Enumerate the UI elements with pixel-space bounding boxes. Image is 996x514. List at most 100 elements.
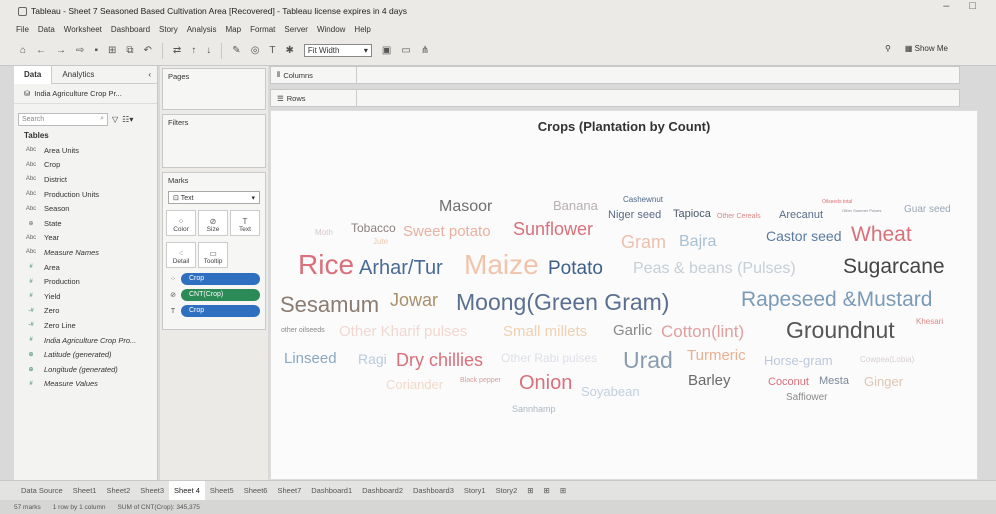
field-item[interactable]: # Production xyxy=(14,274,157,289)
word-cloud-label[interactable]: Moong(Green Gram) xyxy=(456,291,669,314)
field-item[interactable]: -# Zero Line xyxy=(14,318,157,333)
word-cloud-label[interactable]: Jute xyxy=(373,238,388,246)
filter-fields-icon[interactable]: ▽ xyxy=(112,115,118,124)
presentation-icon[interactable]: ▣ xyxy=(382,45,391,56)
word-cloud-label[interactable]: Rice xyxy=(298,251,354,279)
menu-item-story[interactable]: Story xyxy=(159,25,178,34)
word-cloud-label[interactable]: Other Rabi pulses xyxy=(501,352,597,364)
pages-card[interactable]: Pages xyxy=(162,68,266,110)
word-cloud-label[interactable]: Onion xyxy=(519,373,572,393)
sheet-tab-sheet7[interactable]: Sheet7 xyxy=(272,486,306,495)
save-icon[interactable]: ▪ xyxy=(94,45,98,56)
word-cloud-label[interactable]: Turmeric xyxy=(687,348,746,363)
sheet-tab-dashboard2[interactable]: Dashboard2 xyxy=(357,486,408,495)
word-cloud-label[interactable]: Tobacco xyxy=(351,222,396,234)
word-cloud-label[interactable]: Castor seed xyxy=(766,229,841,243)
word-cloud-label[interactable]: Banana xyxy=(553,199,598,212)
view-options-icon[interactable]: ☷▾ xyxy=(122,115,133,124)
field-pill[interactable]: Crop xyxy=(181,305,260,317)
word-cloud-label[interactable]: Coconut xyxy=(768,377,809,388)
field-item[interactable]: Abc Year xyxy=(14,231,157,246)
word-cloud-label[interactable]: Sugarcane xyxy=(843,256,945,277)
pin-icon[interactable]: ✱ xyxy=(286,45,294,56)
menu-item-server[interactable]: Server xyxy=(284,25,308,34)
word-cloud-label[interactable]: Mesta xyxy=(819,376,849,387)
swap-icon[interactable]: ⇄ xyxy=(173,45,181,56)
word-cloud-label[interactable]: Moth xyxy=(315,229,333,237)
field-item[interactable]: # Area xyxy=(14,260,157,275)
mark-type-select[interactable]: ⊡ Text ▾ xyxy=(168,191,260,204)
highlight-icon[interactable]: ✎ xyxy=(232,45,240,56)
word-cloud-label[interactable]: Other Kharif pulses xyxy=(339,324,467,339)
viz-canvas[interactable]: Crops (Plantation by Count) Masoor Banana… xyxy=(270,110,978,480)
word-cloud-label[interactable]: Saffiower xyxy=(786,393,828,403)
word-cloud-label[interactable]: other oilseeds xyxy=(281,327,325,334)
sheet-tab-sheet5[interactable]: Sheet5 xyxy=(205,486,239,495)
word-cloud-label[interactable]: Ginger xyxy=(864,375,903,388)
word-cloud-label[interactable]: Sesamum xyxy=(280,294,379,316)
sheet-tab-dashboard1[interactable]: Dashboard1 xyxy=(306,486,357,495)
word-cloud-label[interactable]: Groundnut xyxy=(786,319,895,342)
sheet-tab-story2[interactable]: Story2 xyxy=(491,486,523,495)
search-input[interactable]: Search ⌕ xyxy=(18,112,108,126)
word-cloud-label[interactable]: Tapioca xyxy=(673,209,711,220)
word-cloud-label[interactable]: Rapeseed &Mustard xyxy=(741,289,932,310)
device-preview-icon[interactable]: ▭ xyxy=(401,45,410,56)
field-item[interactable]: Abc Production Units xyxy=(14,187,157,202)
word-cloud-label[interactable]: Coriander xyxy=(386,378,443,391)
word-cloud-label[interactable]: Other Summer Pulses xyxy=(842,209,881,213)
word-cloud-label[interactable]: Masoor xyxy=(439,199,492,215)
show-me-button[interactable]: ▦ Show Me xyxy=(905,44,948,53)
columns-shelf[interactable]: ⦀ Columns xyxy=(270,66,960,84)
word-cloud-label[interactable]: Sannhamp xyxy=(512,405,556,414)
sheet-tab-dashboard3[interactable]: Dashboard3 xyxy=(408,486,459,495)
word-cloud-label[interactable]: Barley xyxy=(688,373,731,388)
new-dashboard-icon[interactable]: ⊞ xyxy=(539,486,555,495)
word-cloud-label[interactable]: Potato xyxy=(548,259,603,278)
field-item[interactable]: ⊕ State xyxy=(14,216,157,231)
word-cloud-label[interactable]: Linseed xyxy=(284,351,337,366)
menu-item-analysis[interactable]: Analysis xyxy=(187,25,217,34)
word-cloud-label[interactable]: Small millets xyxy=(503,324,587,339)
sheet-tab-sheet1[interactable]: Sheet1 xyxy=(68,486,102,495)
forward-icon[interactable]: → xyxy=(56,45,66,56)
menu-item-data[interactable]: Data xyxy=(38,25,55,34)
word-cloud-label[interactable]: Dry chillies xyxy=(396,351,483,369)
word-cloud-label[interactable]: Khesari xyxy=(916,318,943,326)
datasource-item[interactable]: ⛁ India Agriculture Crop Pr... xyxy=(14,84,157,104)
field-item[interactable]: Abc District xyxy=(14,172,157,187)
word-cloud-label[interactable]: Bajra xyxy=(679,234,716,250)
field-item[interactable]: Abc Measure Names xyxy=(14,245,157,260)
maximize-icon[interactable]: □ xyxy=(969,0,976,12)
sheet-tab-sheet6[interactable]: Sheet6 xyxy=(239,486,273,495)
sheet-tab-data-source[interactable]: Data Source xyxy=(16,486,68,495)
word-cloud-label[interactable]: Gram xyxy=(621,233,666,251)
size-button[interactable]: ⊘ Size xyxy=(198,210,228,236)
field-item[interactable]: # Measure Values xyxy=(14,377,157,392)
word-cloud-label[interactable]: Niger seed xyxy=(608,210,661,221)
word-cloud-label[interactable]: Guar seed xyxy=(904,205,951,215)
sheet-tab-sheet3[interactable]: Sheet3 xyxy=(135,486,169,495)
field-item[interactable]: Abc Season xyxy=(14,201,157,216)
word-cloud-label[interactable]: Arhar/Tur xyxy=(359,258,443,278)
field-pill[interactable]: Crop xyxy=(181,273,260,285)
sort-desc-icon[interactable]: ↓ xyxy=(206,45,211,56)
minimize-icon[interactable]: – xyxy=(943,0,949,12)
word-cloud-label[interactable]: Sunflower xyxy=(513,220,593,238)
word-cloud-label[interactable]: Horse-gram xyxy=(764,354,833,367)
collapse-pane-icon[interactable]: ‹ xyxy=(148,70,151,79)
menu-item-worksheet[interactable]: Worksheet xyxy=(64,25,102,34)
menu-item-format[interactable]: Format xyxy=(250,25,275,34)
word-cloud-label[interactable]: Arecanut xyxy=(779,210,823,221)
sheet-tab-story1[interactable]: Story1 xyxy=(459,486,491,495)
tooltip-button[interactable]: ▭ Tooltip xyxy=(198,242,228,268)
word-cloud-label[interactable]: Cashewnut xyxy=(623,196,663,204)
field-item[interactable]: Abc Area Units xyxy=(14,143,157,158)
menu-item-map[interactable]: Map xyxy=(226,25,242,34)
filters-card[interactable]: Filters xyxy=(162,114,266,168)
word-cloud-label[interactable]: Sweet potato xyxy=(403,224,491,239)
color-button[interactable]: ⁘ Color xyxy=(166,210,196,236)
word-cloud-label[interactable]: Urad xyxy=(623,349,673,372)
label-icon[interactable]: T xyxy=(269,45,275,56)
word-cloud-label[interactable]: Wheat xyxy=(851,224,912,245)
